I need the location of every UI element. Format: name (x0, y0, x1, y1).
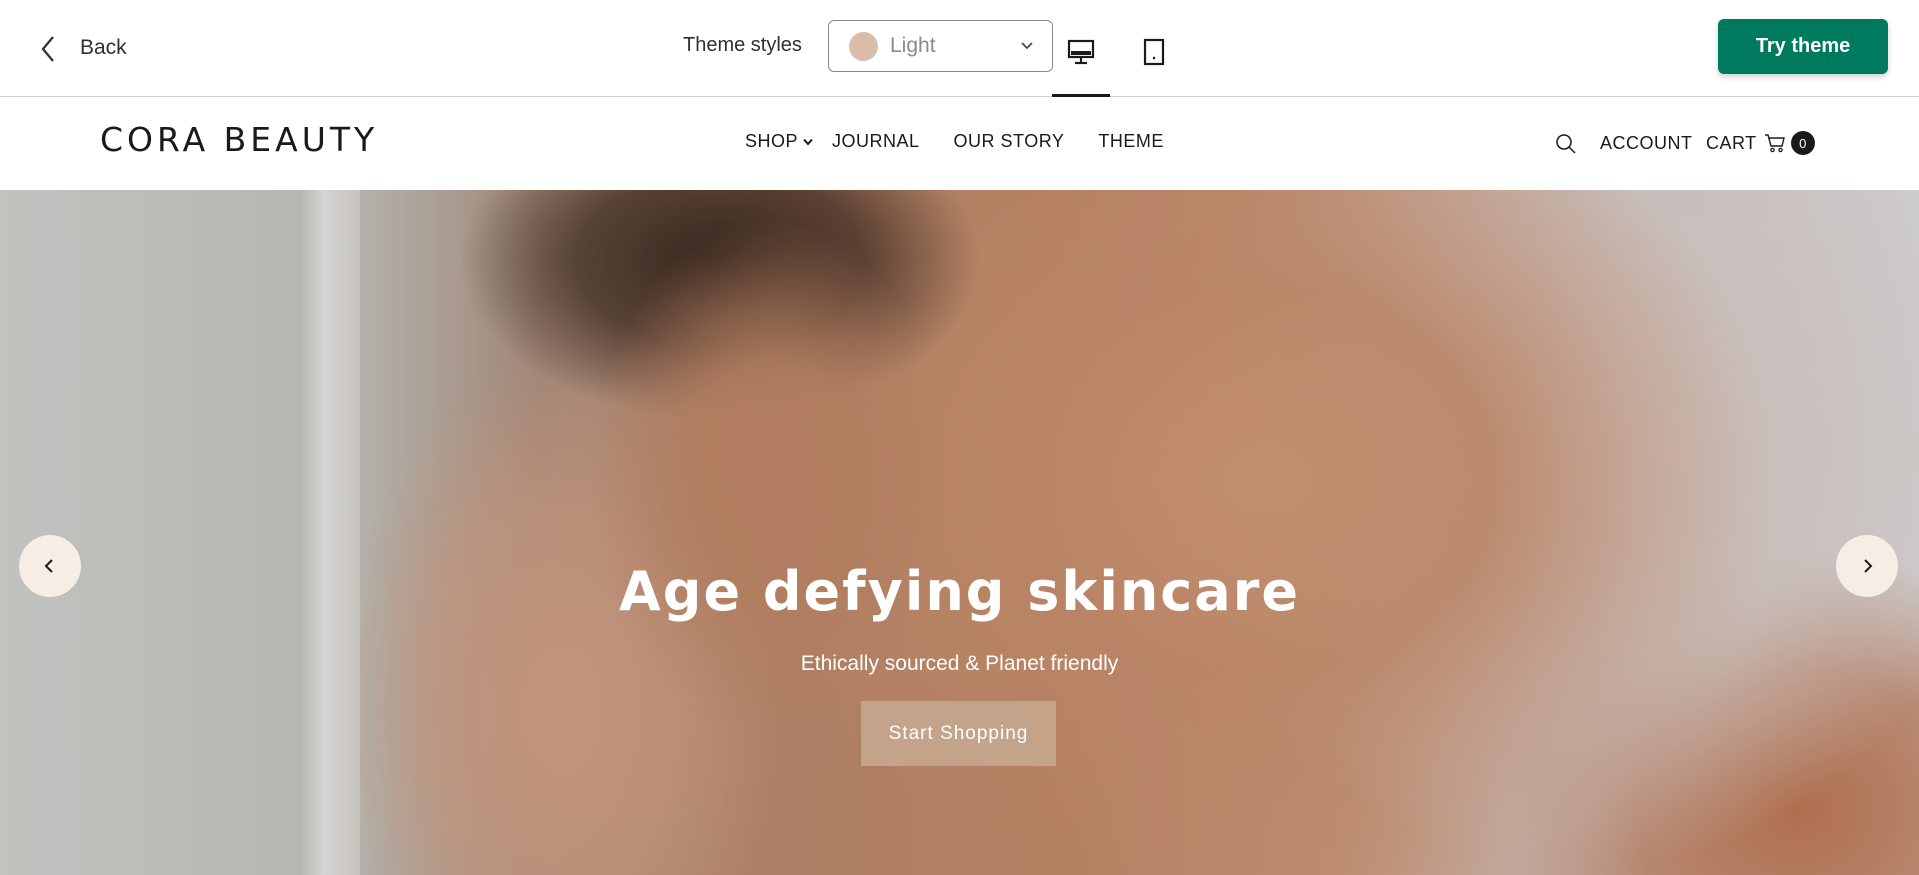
store-header: CORA BEAUTY SHOP JOURNAL OUR STORY THEME… (0, 98, 1919, 302)
chevron-down-icon (1021, 42, 1033, 50)
back-button[interactable]: Back (38, 30, 127, 66)
theme-styles-label: Theme styles (683, 34, 802, 56)
nav-item-label: SHOP (745, 131, 799, 151)
start-shopping-button[interactable]: Start Shopping (861, 701, 1056, 766)
active-device-indicator (1052, 94, 1110, 97)
color-swatch (849, 31, 878, 61)
mobile-icon (1143, 38, 1165, 66)
mobile-view-button[interactable] (1125, 20, 1183, 96)
desktop-icon (1067, 39, 1095, 65)
cart-icon (1764, 134, 1785, 153)
nav-item-shop[interactable]: SHOP (745, 131, 814, 152)
search-icon[interactable] (1554, 132, 1578, 156)
chevron-left-icon (41, 36, 54, 62)
cart-label: CART (1706, 132, 1757, 153)
desktop-view-button[interactable] (1052, 20, 1110, 97)
nav-item-our-story[interactable]: OUR STORY (954, 131, 1065, 152)
account-link[interactable]: ACCOUNT (1600, 133, 1693, 154)
hero-title: Age defying skincare (619, 560, 1300, 623)
nav-item-theme[interactable]: THEME (1098, 131, 1164, 152)
main-nav: SHOP JOURNAL OUR STORY THEME (745, 131, 1164, 152)
preview-toolbar: Back Theme styles Light Try theme (0, 0, 1919, 97)
theme-style-value: Light (890, 34, 936, 57)
hero-slideshow: Age defying skincare Ethically sourced &… (0, 190, 1919, 875)
back-label: Back (80, 36, 127, 59)
store-logo[interactable]: CORA BEAUTY (100, 120, 378, 159)
hero-subtitle: Ethically sourced & Planet friendly (800, 652, 1119, 675)
cart-link[interactable]: CART 0 (1706, 131, 1815, 155)
nav-item-journal[interactable]: JOURNAL (832, 131, 920, 152)
cart-count-badge: 0 (1790, 131, 1815, 155)
theme-style-select[interactable]: Light (828, 20, 1053, 72)
try-theme-button[interactable]: Try theme (1718, 19, 1888, 74)
hero-image-overlay (0, 190, 1919, 875)
chevron-down-icon (803, 138, 813, 146)
